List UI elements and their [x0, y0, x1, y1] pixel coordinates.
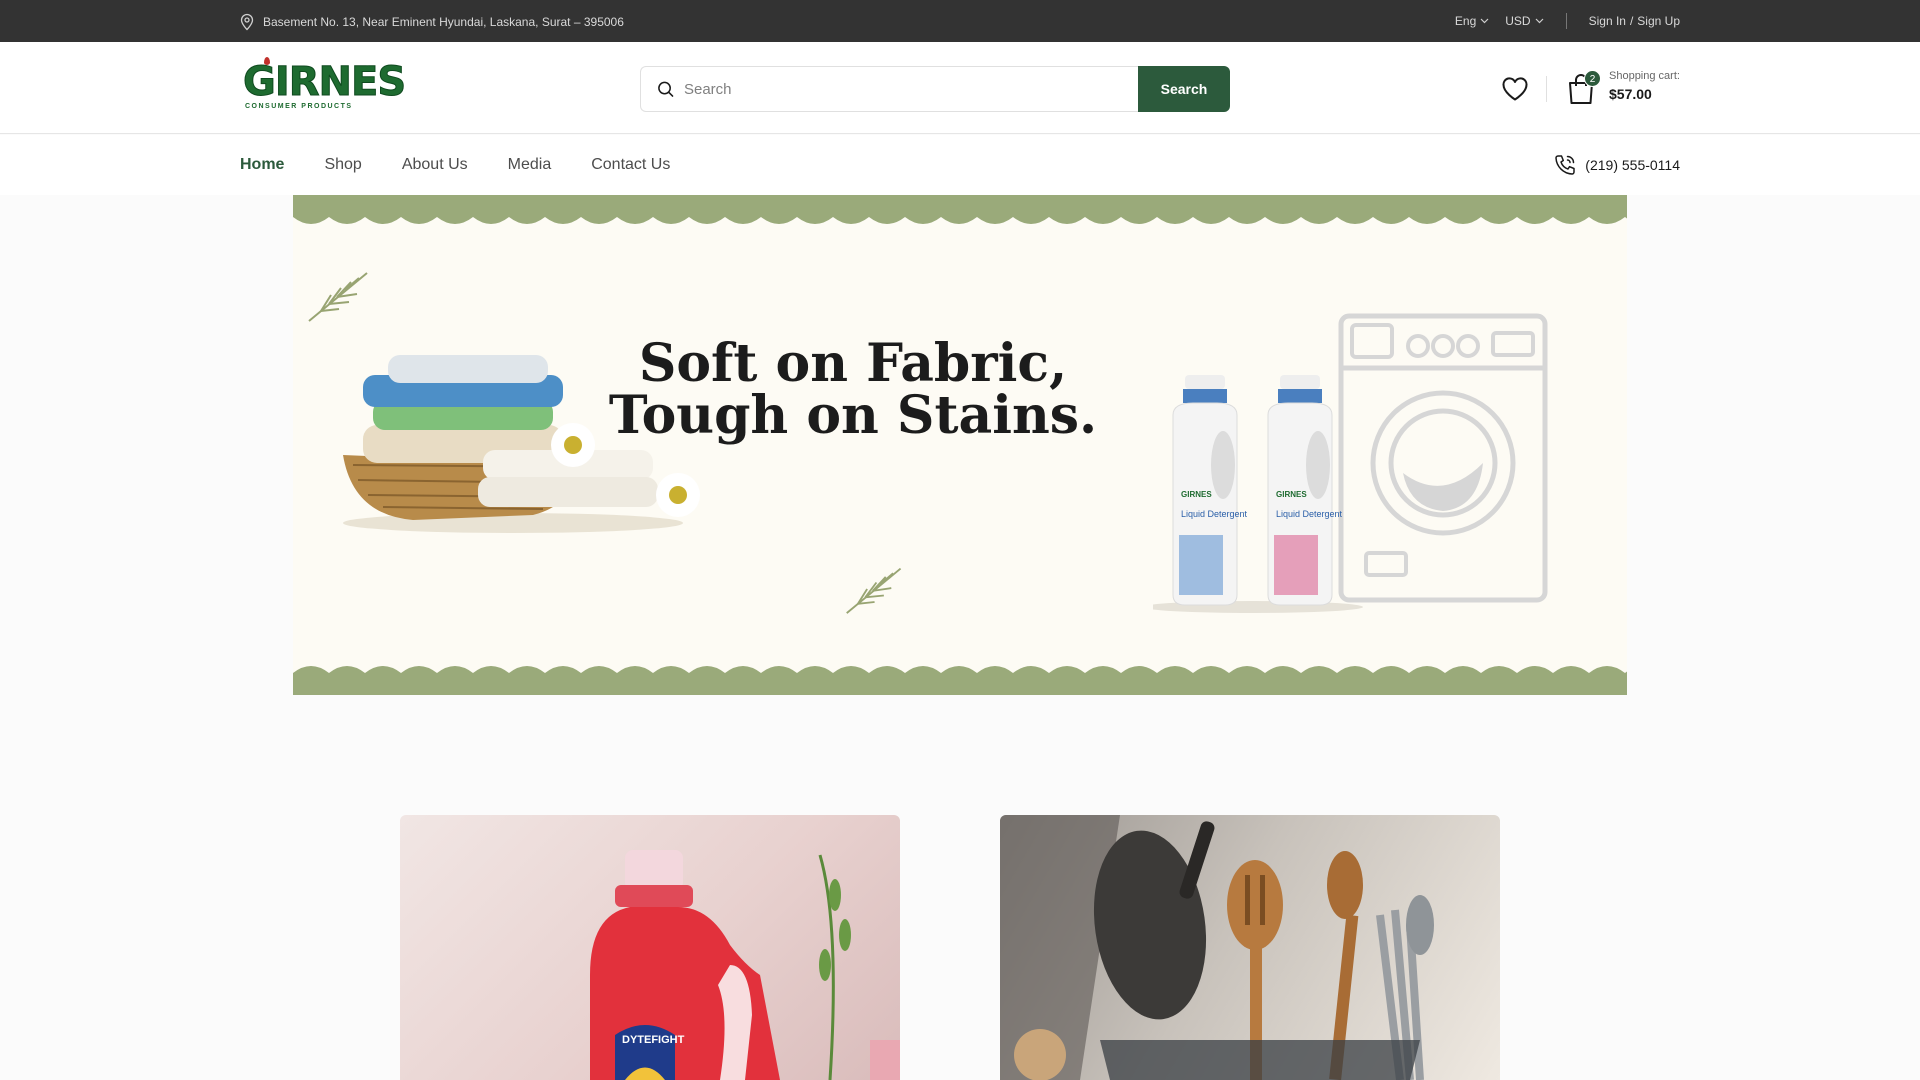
chevron-down-icon — [1535, 18, 1544, 24]
cart-button[interactable]: 2 — [1566, 70, 1601, 106]
location-pin-icon — [240, 13, 254, 31]
language-select[interactable]: Eng — [1455, 14, 1489, 28]
language-value: Eng — [1454, 14, 1477, 28]
search-button[interactable]: Search — [1138, 66, 1230, 112]
nav-item-about-us[interactable]: About Us — [402, 156, 468, 174]
hero-banner[interactable]: Soft on Fabric, Tough on Stains. GIRNES … — [293, 195, 1627, 695]
phone-icon — [1555, 155, 1576, 175]
site-header: GIRNES CONSUMER PRODUCTS ® Search 2 Shop… — [0, 42, 1920, 134]
cart-summary[interactable]: Shopping cart: $57.00 — [1609, 70, 1680, 102]
kitchen-utensils-image — [1000, 815, 1434, 1080]
banner-wave-bottom — [293, 666, 1627, 695]
category-card-laundry[interactable]: DYTEFIGHT — [400, 815, 900, 1080]
nav-item-media[interactable]: Media — [508, 156, 552, 174]
headline-line-2: Tough on Stains. — [608, 385, 1098, 446]
banner-headline: Soft on Fabric, Tough on Stains. — [603, 338, 1103, 442]
cart-label: Shopping cart: — [1609, 70, 1680, 82]
sign-in-link[interactable]: Sign In — [1589, 14, 1626, 28]
currency-select[interactable]: USD — [1505, 14, 1544, 28]
logo-registered-mark: ® — [364, 66, 370, 73]
leaf-sprig-icon — [308, 272, 368, 322]
address-text: Basement No. 13, Near Eminent Hyundai, L… — [263, 15, 624, 29]
nav-item-shop[interactable]: Shop — [324, 156, 361, 174]
search-input[interactable] — [683, 80, 1138, 98]
detergent-bottle-image: DYTEFIGHT — [590, 850, 900, 1080]
search-form: Search — [640, 66, 1230, 112]
topbar-divider — [1565, 13, 1567, 29]
store-address: Basement No. 13, Near Eminent Hyundai, L… — [239, 13, 624, 31]
bottle-brand-label: GIRNES — [1181, 490, 1212, 499]
phone-contact[interactable]: (219) 555-0114 — [1553, 153, 1680, 177]
card1-product-label: DYTEFIGHT — [622, 1034, 685, 1046]
bottle-product-label: Liquid Detergent — [1181, 509, 1248, 519]
category-card-kitchenware[interactable] — [1000, 815, 1500, 1080]
main-nav: Home Shop About Us Media Contact Us (219… — [0, 135, 1920, 195]
bottle-product-label: Liquid Detergent — [1276, 509, 1343, 519]
logo-subtitle: CONSUMER PRODUCTS — [245, 103, 353, 110]
detergent-bottles-illustration: GIRNES Liquid Detergent GIRNES Liquid De… — [1153, 375, 1363, 613]
auth-links: Sign In / Sign Up — [1589, 14, 1680, 28]
header-divider — [1546, 76, 1547, 102]
currency-value: USD — [1505, 14, 1531, 28]
banner-wave-top — [293, 195, 1627, 224]
cart-count-badge: 2 — [1584, 70, 1601, 87]
washing-machine-illustration — [1338, 313, 1548, 603]
brand-logo[interactable]: GIRNES CONSUMER PRODUCTS ® — [242, 57, 407, 116]
logo-wordmark: GIRNES — [242, 59, 406, 105]
top-bar: Basement No. 13, Near Eminent Hyundai, L… — [0, 0, 1920, 42]
sign-up-link[interactable]: Sign Up — [1637, 14, 1680, 28]
phone-number: (219) 555-0114 — [1585, 157, 1680, 173]
nav-item-home[interactable]: Home — [240, 156, 284, 174]
leaf-sprig-icon — [846, 567, 902, 614]
cart-total: $57.00 — [1609, 86, 1652, 102]
auth-separator: / — [1629, 14, 1634, 28]
bottle-brand-label: GIRNES — [1276, 490, 1307, 499]
nav-item-contact-us[interactable]: Contact Us — [591, 156, 670, 174]
search-icon — [658, 81, 674, 97]
heart-icon[interactable] — [1500, 74, 1530, 104]
search-field — [640, 66, 1138, 112]
logo-drop-mark — [264, 57, 270, 65]
headline-line-1: Soft on Fabric, — [638, 333, 1068, 394]
chevron-down-icon — [1480, 18, 1489, 24]
